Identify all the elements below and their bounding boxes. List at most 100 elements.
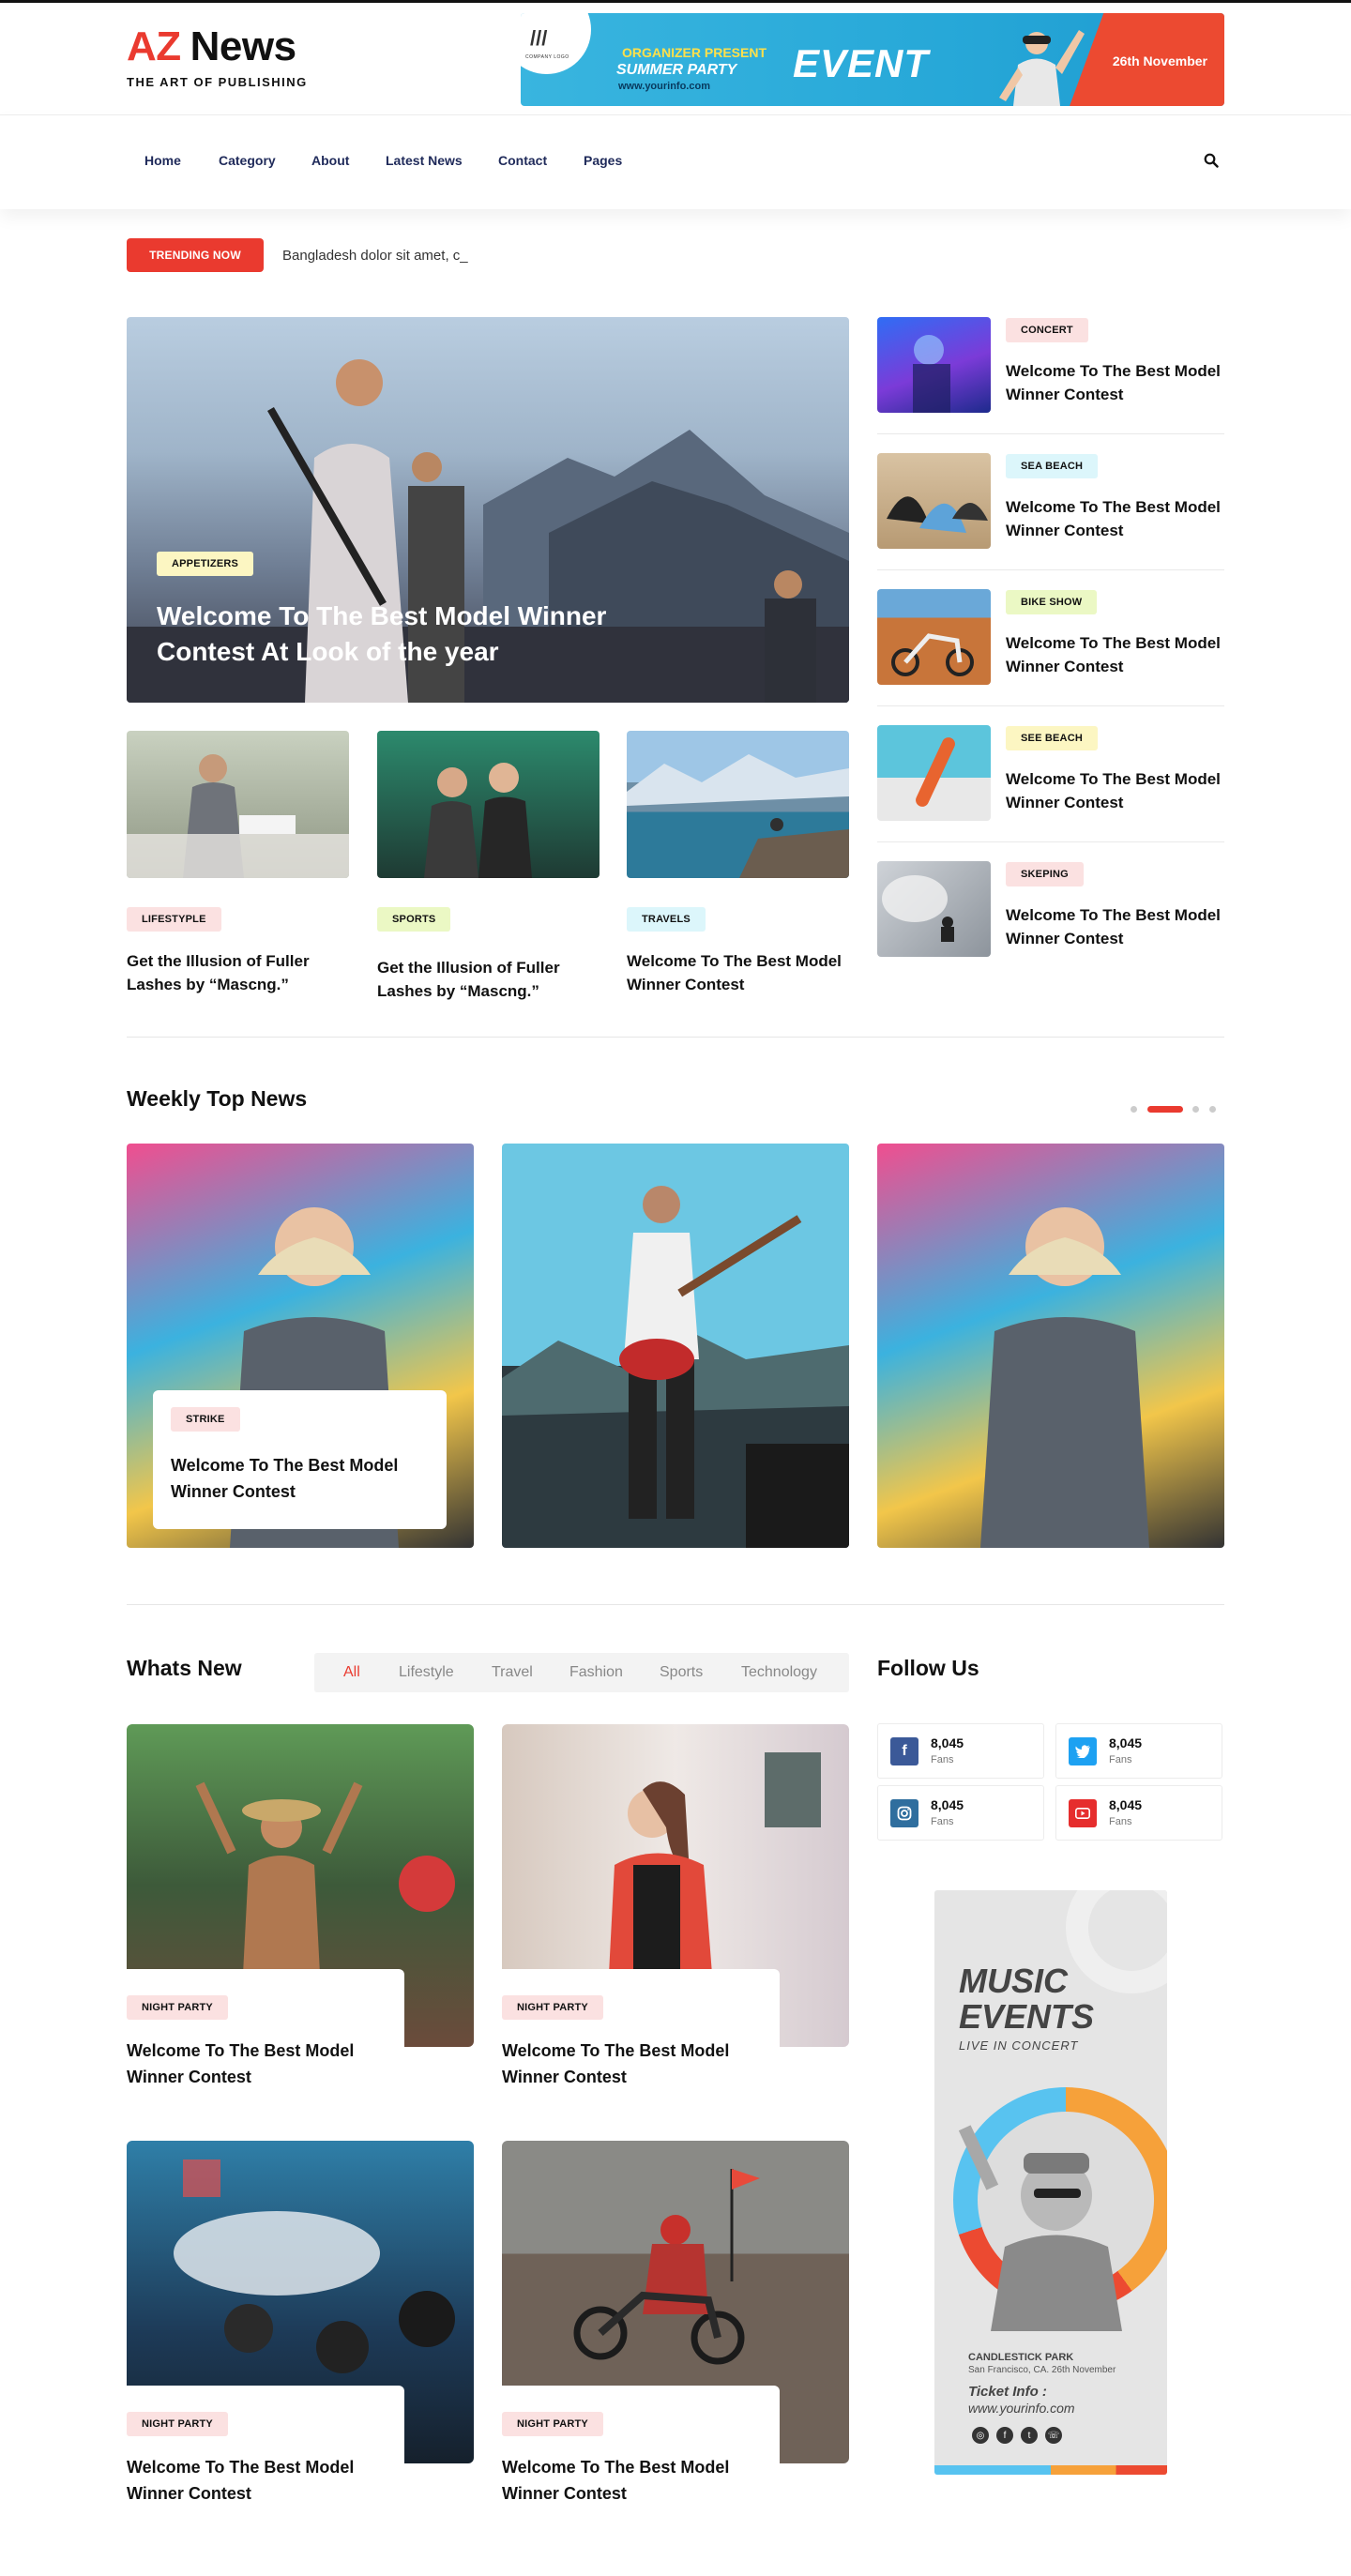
small-card-tag-1[interactable]: LIFESTYPLE xyxy=(127,907,221,932)
side-image-see-beach[interactable] xyxy=(877,725,991,821)
main-nav xyxy=(0,115,1351,209)
filter-lifestyle[interactable]: Lifestyle xyxy=(399,1664,454,1681)
side-tag-5[interactable]: SKEPING xyxy=(1006,862,1084,886)
whats-new-tag-1[interactable]: NIGHT PARTY xyxy=(127,1995,228,2020)
whats-new-tag-4[interactable]: NIGHT PARTY xyxy=(502,2412,603,2436)
section-divider xyxy=(127,1604,1224,1605)
carousel-dot-active[interactable] xyxy=(1147,1106,1183,1113)
poster-address: San Francisco, CA. 26th November xyxy=(968,2365,1116,2375)
poster-music-word: MUSIC xyxy=(959,1962,1068,2000)
whats-new-title-3[interactable]: Welcome To The Best Model Winner Contest xyxy=(127,2454,389,2507)
follow-youtube[interactable]: 8,045 Fans xyxy=(1055,1785,1222,1841)
instagram-icon xyxy=(890,1799,918,1827)
whats-new-title: Whats New xyxy=(127,1656,242,1680)
carousel-dot[interactable] xyxy=(1209,1106,1216,1113)
section-divider xyxy=(127,1037,1224,1038)
company-logo-icon: /// xyxy=(530,26,548,50)
nav-about[interactable]: About xyxy=(311,153,349,168)
small-card-image-1[interactable] xyxy=(127,731,349,878)
whats-new-title-2[interactable]: Welcome To The Best Model Winner Contest xyxy=(502,2038,765,2090)
trending-now-button[interactable]: TRENDING NOW xyxy=(127,238,264,272)
weekly-card-2[interactable] xyxy=(502,1144,849,1548)
site-tagline: THE ART OF PUBLISHING xyxy=(127,75,308,89)
twitter-icon: t xyxy=(1021,2427,1038,2444)
nav-contact[interactable]: Contact xyxy=(498,153,547,168)
small-card-title-3[interactable]: Welcome To The Best Model Winner Contest xyxy=(627,949,852,996)
poster-ticket: Ticket Info : xyxy=(968,2384,1047,2400)
side-image-sea-beach[interactable] xyxy=(877,453,991,549)
small-card-image-3[interactable] xyxy=(627,731,849,878)
nav-pages[interactable]: Pages xyxy=(584,153,622,168)
instagram-icon: ◎ xyxy=(972,2427,989,2444)
nav-home[interactable]: Home xyxy=(144,153,181,168)
side-tag-4[interactable]: SEE BEACH xyxy=(1006,726,1098,750)
poster-url: www.yourinfo.com xyxy=(968,2401,1075,2416)
filter-technology[interactable]: Technology xyxy=(741,1664,817,1681)
follow-label: Fans xyxy=(1109,1754,1132,1765)
logo-az: AZ xyxy=(127,23,181,69)
follow-label: Fans xyxy=(931,1816,954,1827)
poster-color-bars xyxy=(934,2465,1167,2475)
follow-count: 8,045 xyxy=(1109,1797,1143,1812)
top-border xyxy=(0,0,1351,3)
side-tag-1[interactable]: CONCERT xyxy=(1006,318,1088,342)
follow-twitter[interactable]: 8,045 Fans xyxy=(1055,1723,1222,1779)
twitter-icon xyxy=(1069,1737,1097,1765)
side-title-2[interactable]: Welcome To The Best Model Winner Contest xyxy=(1006,495,1231,542)
poster-events-word: EVENTS xyxy=(959,1997,1095,2036)
side-image-skeping[interactable] xyxy=(877,861,991,957)
small-card-tag-3[interactable]: TRAVELS xyxy=(627,907,706,932)
facebook-icon: f xyxy=(996,2427,1013,2444)
filter-sports[interactable]: Sports xyxy=(660,1664,703,1681)
filter-travel[interactable]: Travel xyxy=(492,1664,533,1681)
whats-new-tag-3[interactable]: NIGHT PARTY xyxy=(127,2412,228,2436)
banner-organizer: ORGANIZER PRESENT xyxy=(622,45,767,60)
facebook-icon: f xyxy=(890,1737,918,1765)
nav-latest-news[interactable]: Latest News xyxy=(386,153,463,168)
banner-event: EVENT xyxy=(793,41,930,85)
side-tag-2[interactable]: SEA BEACH xyxy=(1006,454,1099,478)
site-logo[interactable]: AZ News xyxy=(127,26,296,68)
carousel-dot[interactable] xyxy=(1192,1106,1199,1113)
trending-ticker[interactable]: Bangladesh dolor sit amet, c_ xyxy=(282,248,468,264)
side-divider xyxy=(877,705,1224,706)
filter-fashion[interactable]: Fashion xyxy=(569,1664,623,1681)
follow-facebook[interactable]: f 8,045 Fans xyxy=(877,1723,1044,1779)
side-title-1[interactable]: Welcome To The Best Model Winner Contest xyxy=(1006,359,1231,406)
filter-all[interactable]: All xyxy=(343,1664,360,1681)
side-tag-3[interactable]: BIKE SHOW xyxy=(1006,590,1098,614)
weekly-card-title[interactable]: Welcome To The Best Model Winner Contest xyxy=(171,1452,415,1505)
hero-article[interactable]: APPETIZERS Welcome To The Best Model Win… xyxy=(127,317,849,703)
follow-count: 8,045 xyxy=(931,1797,964,1812)
hero-title[interactable]: Welcome To The Best Model Winner Contest… xyxy=(157,599,663,670)
small-card-title-2[interactable]: Get the Illusion of Fuller Lashes by “Ma… xyxy=(377,956,602,1003)
whatsapp-icon: ☏ xyxy=(1045,2427,1062,2444)
carousel-dot[interactable] xyxy=(1131,1106,1137,1113)
weekly-card-tag[interactable]: STRIKE xyxy=(171,1407,240,1432)
small-card-tag-2[interactable]: SPORTS xyxy=(377,907,451,932)
music-events-ad[interactable]: MUSIC EVENTS LIVE IN CONCERT CANDLESTICK … xyxy=(934,1890,1167,2475)
whats-new-title-4[interactable]: Welcome To The Best Model Winner Contest xyxy=(502,2454,765,2507)
side-divider xyxy=(877,841,1224,842)
banner-date: 26th November xyxy=(1112,53,1207,68)
small-card-image-2[interactable] xyxy=(377,731,600,878)
follow-count: 8,045 xyxy=(1109,1735,1143,1750)
follow-us-title: Follow Us xyxy=(877,1656,979,1680)
poster-venue: CANDLESTICK PARK xyxy=(968,2352,1074,2363)
whats-new-title-1[interactable]: Welcome To The Best Model Winner Contest xyxy=(127,2038,389,2090)
side-image-bike-show[interactable] xyxy=(877,589,991,685)
whats-new-tag-2[interactable]: NIGHT PARTY xyxy=(502,1995,603,2020)
side-title-5[interactable]: Welcome To The Best Model Winner Contest xyxy=(1006,903,1231,950)
hero-tag[interactable]: APPETIZERS xyxy=(157,552,254,576)
search-icon[interactable] xyxy=(1204,153,1219,168)
logo-news: News xyxy=(190,23,296,69)
small-card-title-1[interactable]: Get the Illusion of Fuller Lashes by “Ma… xyxy=(127,949,352,996)
follow-instagram[interactable]: 8,045 Fans xyxy=(877,1785,1044,1841)
side-image-concert[interactable] xyxy=(877,317,991,413)
side-title-4[interactable]: Welcome To The Best Model Winner Contest xyxy=(1006,767,1231,814)
weekly-card-3[interactable] xyxy=(877,1144,1224,1548)
banner-url: www.yourinfo.com xyxy=(618,81,710,92)
nav-category[interactable]: Category xyxy=(219,153,276,168)
side-title-3[interactable]: Welcome To The Best Model Winner Contest xyxy=(1006,631,1231,678)
header-ad-banner[interactable]: /// COMPANY LOGO ORGANIZER PRESENT SUMME… xyxy=(521,13,1224,106)
